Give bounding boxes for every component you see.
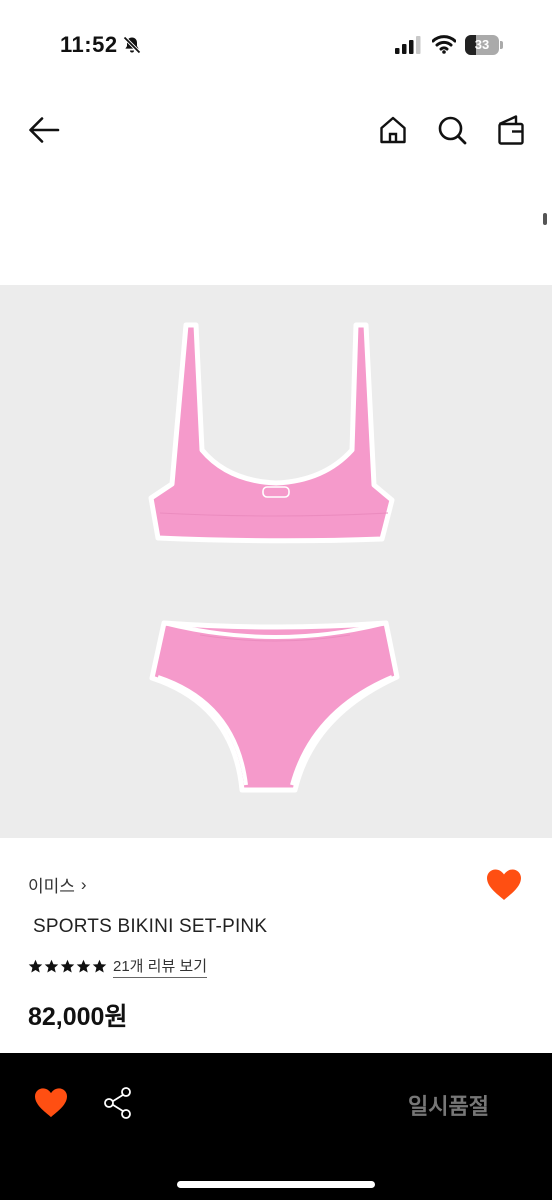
shopping-bag-icon	[498, 115, 524, 145]
shopping-bag-button[interactable]	[493, 112, 529, 148]
star-rating	[28, 959, 107, 974]
battery-level: 33	[474, 37, 490, 52]
bottom-wishlist-button[interactable]	[33, 1087, 69, 1119]
search-icon	[438, 116, 467, 145]
bikini-bottom	[149, 620, 400, 793]
wishlist-button[interactable]	[485, 868, 523, 902]
star-icon	[28, 959, 43, 973]
star-icon	[92, 959, 107, 973]
status-time: 11:52	[60, 32, 118, 57]
bikini-top	[148, 322, 395, 544]
heart-icon	[35, 1088, 67, 1118]
rating-row: 21개 리뷰 보기	[28, 955, 208, 978]
soldout-button[interactable]: 일시품절	[408, 1089, 489, 1121]
search-button[interactable]	[434, 112, 470, 148]
product-image	[0, 285, 552, 838]
battery-tip	[500, 41, 503, 49]
share-button[interactable]	[103, 1086, 133, 1120]
bottom-action-bar: 일시품절	[0, 1053, 552, 1200]
top-nav-bar	[0, 100, 552, 160]
product-info: 이미스 › SPORTS BIKINI SET-PINK 21개 리뷰 보기 8…	[0, 838, 552, 1054]
arrow-left-icon	[29, 117, 60, 143]
star-icon	[60, 959, 75, 973]
brand-name: 이미스	[28, 877, 75, 896]
brand-link[interactable]: 이미스 ›	[28, 872, 87, 897]
home-icon	[380, 116, 406, 144]
product-title: SPORTS BIKINI SET-PINK	[33, 916, 268, 937]
bell-slash-icon	[123, 36, 141, 54]
chevron-right-icon: ›	[80, 874, 87, 894]
home-indicator	[177, 1181, 375, 1188]
wifi-icon	[432, 35, 456, 54]
share-icon	[104, 1087, 131, 1119]
star-icon	[76, 959, 91, 973]
status-bar: 11:52 33	[0, 0, 552, 90]
back-button[interactable]	[26, 112, 62, 148]
bikini-set-illustration	[148, 322, 400, 793]
heart-icon	[487, 869, 521, 900]
battery-indicator: 33	[465, 35, 503, 55]
home-button[interactable]	[375, 112, 411, 148]
cellular-signal-icon	[395, 36, 421, 54]
battery-body: 33	[465, 35, 499, 55]
star-icon	[44, 959, 59, 973]
product-price: 82,000원	[28, 1003, 128, 1031]
scroll-indicator	[543, 213, 547, 225]
review-link[interactable]: 21개 리뷰 보기	[113, 955, 208, 978]
